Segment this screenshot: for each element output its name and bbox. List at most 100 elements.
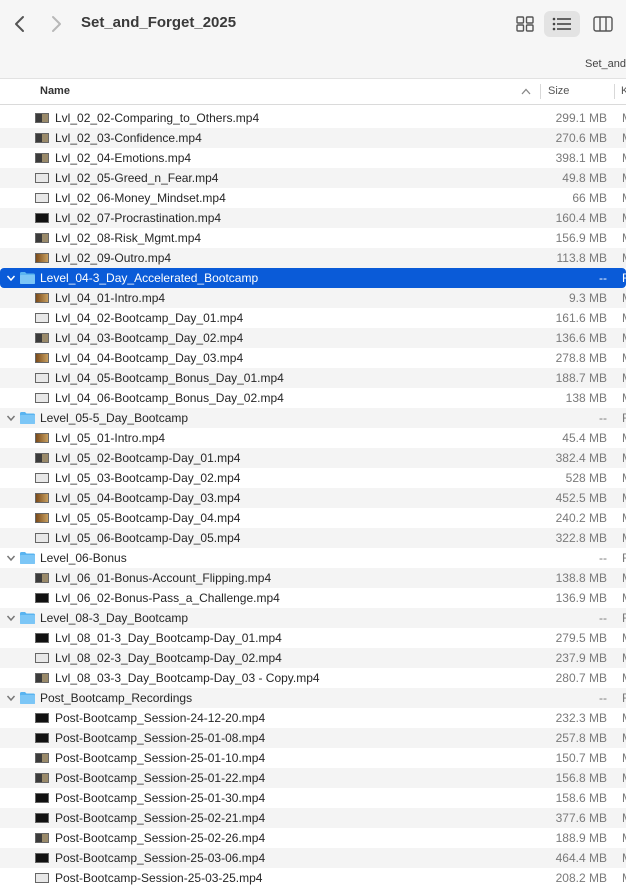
file-row[interactable]: Lvl_02_04-Emotions.mp4 398.1 MB M: [0, 148, 626, 168]
folder-row[interactable]: Level_04-3_Day_Accelerated_Bootcamp -- F: [0, 268, 626, 288]
file-row[interactable]: Post-Bootcamp_Session-25-01-10.mp4 150.7 …: [0, 748, 626, 768]
file-kind: M: [622, 591, 626, 605]
file-name: Lvl_02_04-Emotions.mp4: [55, 151, 192, 165]
file-row[interactable]: Lvl_06_01-Bonus-Account_Flipping.mp4 138.…: [0, 568, 626, 588]
file-kind: M: [622, 351, 626, 365]
list-icon: [552, 17, 571, 31]
size-column-header[interactable]: Size: [548, 85, 569, 97]
file-name: Level_05-5_Day_Bootcamp: [40, 411, 189, 425]
file-name: Level_06-Bonus: [40, 551, 127, 565]
file-kind: F: [622, 551, 626, 565]
file-kind: F: [622, 411, 626, 425]
file-name: Lvl_02_05-Greed_n_Fear.mp4: [55, 171, 219, 185]
file-row[interactable]: Lvl_04_04-Bootcamp_Day_03.mp4 278.8 MB M: [0, 348, 626, 368]
video-thumbnail-icon: [35, 473, 49, 483]
grid-icon: [516, 16, 534, 32]
file-row[interactable]: Lvl_05_06-Bootcamp-Day_05.mp4 322.8 MB M: [0, 528, 626, 548]
video-thumbnail-icon: [35, 193, 49, 203]
file-kind: M: [622, 371, 626, 385]
file-size: 158.6 MB: [555, 791, 607, 805]
file-row[interactable]: Lvl_02_05-Greed_n_Fear.mp4 49.8 MB M: [0, 168, 626, 188]
file-row[interactable]: Lvl_04_03-Bootcamp_Day_02.mp4 136.6 MB M: [0, 328, 626, 348]
list-view-button[interactable]: [544, 11, 580, 37]
file-row[interactable]: Lvl_05_02-Bootcamp-Day_01.mp4 382.4 MB M: [0, 448, 626, 468]
video-thumbnail-icon: [35, 573, 49, 583]
kind-column-header[interactable]: K: [621, 85, 626, 97]
disclosure-triangle-icon[interactable]: [6, 273, 16, 283]
file-row[interactable]: Lvl_05_01-Intro.mp4 45.4 MB M: [0, 428, 626, 448]
path-crumb[interactable]: Set_and: [585, 58, 626, 70]
file-row[interactable]: Lvl_02_03-Confidence.mp4 270.6 MB M: [0, 128, 626, 148]
file-size: 382.4 MB: [555, 451, 607, 465]
icon-view-button[interactable]: [507, 11, 543, 37]
file-list: Lvl_02_02-Comparing_to_Others.mp4 299.1 M…: [0, 108, 626, 888]
folder-icon: [20, 692, 35, 704]
video-thumbnail-icon: [35, 453, 49, 463]
column-view-button[interactable]: [585, 11, 621, 37]
file-row[interactable]: Lvl_02_07-Procrastination.mp4 160.4 MB M: [0, 208, 626, 228]
file-row[interactable]: Lvl_02_08-Risk_Mgmt.mp4 156.9 MB M: [0, 228, 626, 248]
file-size: 136.6 MB: [555, 331, 607, 345]
folder-row[interactable]: Level_06-Bonus -- F: [0, 548, 626, 568]
file-row[interactable]: Lvl_05_04-Bootcamp-Day_03.mp4 452.5 MB M: [0, 488, 626, 508]
file-row[interactable]: Lvl_02_06-Money_Mindset.mp4 66 MB M: [0, 188, 626, 208]
video-thumbnail-icon: [35, 633, 49, 643]
file-kind: M: [622, 191, 626, 205]
file-row[interactable]: Lvl_08_03-3_Day_Bootcamp-Day_03 - Copy.m…: [0, 668, 626, 688]
file-kind: M: [622, 871, 626, 885]
path-bar: Set_and: [0, 50, 626, 79]
file-size: 188.7 MB: [555, 371, 607, 385]
file-size: 237.9 MB: [555, 651, 607, 665]
disclosure-triangle-icon[interactable]: [6, 693, 16, 703]
file-row[interactable]: Lvl_04_02-Bootcamp_Day_01.mp4 161.6 MB M: [0, 308, 626, 328]
file-row[interactable]: Post-Bootcamp-Session-25-03-25.mp4 208.2 …: [0, 868, 626, 888]
file-size: 138.8 MB: [555, 571, 607, 585]
file-name: Post-Bootcamp_Session-25-01-22.mp4: [55, 771, 266, 785]
video-thumbnail-icon: [35, 433, 49, 443]
video-thumbnail-icon: [35, 153, 49, 163]
file-row[interactable]: Post-Bootcamp_Session-24-12-20.mp4 232.3 …: [0, 708, 626, 728]
folder-row[interactable]: Level_05-5_Day_Bootcamp -- F: [0, 408, 626, 428]
video-thumbnail-icon: [35, 513, 49, 523]
file-row[interactable]: Post-Bootcamp_Session-25-01-22.mp4 156.8 …: [0, 768, 626, 788]
columns-icon: [593, 16, 613, 32]
file-name: Lvl_02_07-Procrastination.mp4: [55, 211, 222, 225]
file-name: Post-Bootcamp_Session-25-03-06.mp4: [55, 851, 266, 865]
file-row[interactable]: Post-Bootcamp_Session-25-02-26.mp4 188.9 …: [0, 828, 626, 848]
file-row[interactable]: Lvl_05_03-Bootcamp-Day_02.mp4 528 MB M: [0, 468, 626, 488]
video-thumbnail-icon: [35, 393, 49, 403]
file-size: --: [599, 611, 607, 625]
forward-button[interactable]: [45, 13, 67, 35]
file-kind: M: [622, 231, 626, 245]
file-name: Lvl_04_01-Intro.mp4: [55, 291, 166, 305]
video-thumbnail-icon: [35, 353, 49, 363]
file-row[interactable]: Lvl_04_01-Intro.mp4 9.3 MB M: [0, 288, 626, 308]
video-thumbnail-icon: [35, 713, 49, 723]
file-row[interactable]: Lvl_06_02-Bonus-Pass_a_Challenge.mp4 136.…: [0, 588, 626, 608]
name-column-header[interactable]: Name: [40, 85, 70, 97]
file-row[interactable]: Lvl_08_01-3_Day_Bootcamp-Day_01.mp4 279.5…: [0, 628, 626, 648]
file-row[interactable]: Lvl_08_02-3_Day_Bootcamp-Day_02.mp4 237.9…: [0, 648, 626, 668]
file-kind: M: [622, 571, 626, 585]
disclosure-triangle-icon[interactable]: [6, 553, 16, 563]
file-row[interactable]: Post-Bootcamp_Session-25-02-21.mp4 377.6 …: [0, 808, 626, 828]
file-row[interactable]: Lvl_02_09-Outro.mp4 113.8 MB M: [0, 248, 626, 268]
file-row[interactable]: Post-Bootcamp_Session-25-01-30.mp4 158.6 …: [0, 788, 626, 808]
file-kind: M: [622, 651, 626, 665]
file-row[interactable]: Lvl_02_02-Comparing_to_Others.mp4 299.1 M…: [0, 108, 626, 128]
folder-row[interactable]: Level_08-3_Day_Bootcamp -- F: [0, 608, 626, 628]
file-kind: M: [622, 631, 626, 645]
back-button[interactable]: [9, 13, 31, 35]
video-thumbnail-icon: [35, 733, 49, 743]
disclosure-triangle-icon[interactable]: [6, 613, 16, 623]
disclosure-triangle-icon[interactable]: [6, 413, 16, 423]
file-row[interactable]: Lvl_04_06-Bootcamp_Bonus_Day_02.mp4 138 M…: [0, 388, 626, 408]
file-name: Lvl_04_06-Bootcamp_Bonus_Day_02.mp4: [55, 391, 284, 405]
file-size: 160.4 MB: [555, 211, 607, 225]
file-row[interactable]: Lvl_04_05-Bootcamp_Bonus_Day_01.mp4 188.7…: [0, 368, 626, 388]
file-row[interactable]: Post-Bootcamp_Session-25-01-08.mp4 257.8 …: [0, 728, 626, 748]
folder-row[interactable]: Post_Bootcamp_Recordings -- F: [0, 688, 626, 708]
column-header: Name Size K: [0, 79, 626, 105]
file-row[interactable]: Post-Bootcamp_Session-25-03-06.mp4 464.4 …: [0, 848, 626, 868]
file-row[interactable]: Lvl_05_05-Bootcamp-Day_04.mp4 240.2 MB M: [0, 508, 626, 528]
